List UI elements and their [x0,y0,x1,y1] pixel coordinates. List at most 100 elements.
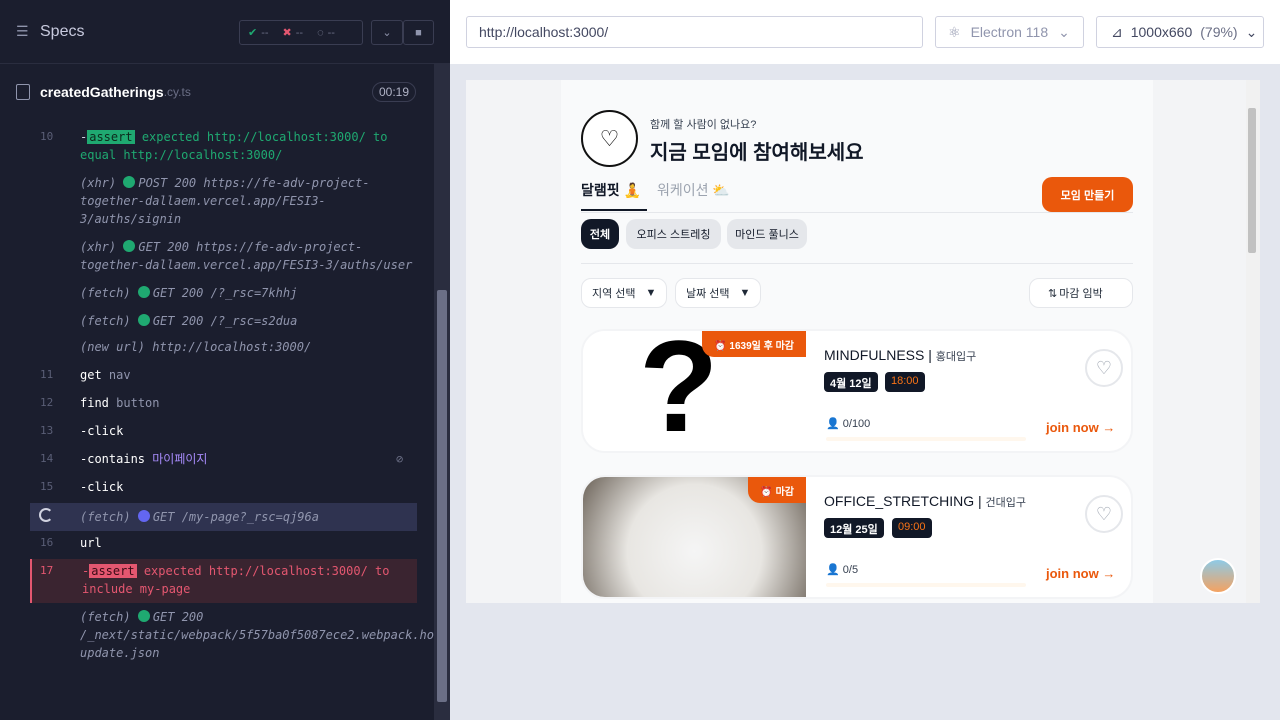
aut-header: http://localhost:3000/ ⚛ Electron 118 ⌄ ⊿ 1… [450,0,1280,64]
date-filter[interactable]: 날짜 선택 ▼ [675,278,761,308]
log-command: url [80,536,102,550]
status-dot-icon [123,176,136,188]
filter-label: 날짜 선택 [686,288,730,300]
log-kind: (xhr) [80,240,117,254]
chip-all[interactable]: 전체 [581,219,619,249]
chevron-down-icon: ⌄ [1058,23,1070,40]
log-kind: (fetch) [80,510,131,524]
deadline-text: 마감 [775,487,794,498]
sort-arrows-icon: ⇅ [1048,287,1058,300]
log-command: -contains [80,452,146,466]
log-text: GET /my-page?_rsc=qj96a [152,510,319,524]
join-now-link[interactable]: join now → [1046,420,1115,435]
specs-title[interactable]: Specs [40,23,84,41]
join-now-link[interactable]: join now → [1046,566,1115,581]
assert-badge: assert [89,564,137,578]
gathering-location: 건대입구 [985,497,1027,509]
log-content: (fetch) GET /my-page?_rsc=qj96a [80,508,415,526]
electron-icon: ⚛ [948,23,961,40]
failed-count: -- [295,26,304,39]
hero-subtitle: 함께 할 사람이 없나요? [650,119,757,131]
passed-icon: ✔ [248,27,258,39]
viewport-info[interactable]: ⊿ 1000x660 (79%) ⌄ [1096,16,1264,48]
log-content: (fetch) GET 200 /?_rsc=7khhj [80,284,415,302]
chip-mindfulness[interactable]: 마인드 풀니스 [727,219,807,249]
person-icon: 👤 [826,418,840,430]
assert-badge: assert [87,130,135,144]
gathering-title-row: MINDFULNESS | 홍대입구 [824,347,977,363]
command-log: 10 - assert expected http://localhost:300… [30,120,448,668]
deadline-badge: ⏰ 1639일 후 마감 [702,331,806,357]
log-command: get [80,368,102,382]
sort-button[interactable]: ⇅ 마감 임박 [1029,278,1133,308]
passed-count: -- [261,26,269,39]
stop-icon[interactable]: ■ [403,20,434,45]
chevron-down-icon: ⌄ [1245,23,1258,40]
tab-workation[interactable]: 워케이션 ⛅ [657,180,730,200]
arrow-right-icon: → [1102,566,1116,581]
join-label: join now [1046,566,1099,581]
failed-icon: ✖ [282,27,292,39]
gathering-card[interactable]: ⏰ 마감 OFFICE_STRETCHING | 건대입구 12월 25일 09… [581,475,1133,599]
gathering-card[interactable]: ? ⏰ 1639일 후 마감 MINDFULNESS | 홍대입구 4월 12일… [581,329,1133,453]
spec-file-ext: .cy.ts [163,85,191,99]
log-content: (xhr) POST 200 https://fe-adv-project-to… [80,174,415,228]
log-arg: nav [108,368,131,382]
app-scroll-thumb[interactable] [1248,108,1256,253]
heart-icon[interactable]: ♡ [1085,349,1123,387]
log-text: GET 200 /?_rsc=s2dua [152,314,298,328]
tab-underline [581,209,647,211]
log-scroll-thumb[interactable] [437,290,447,702]
participant-progress [826,583,1026,587]
log-arg: button [116,396,160,410]
tab-dallaemfit[interactable]: 달램핏 🧘 [581,180,641,200]
hero-title: 지금 모임에 참여해보세요 [650,142,864,164]
log-kind: (new url) [80,340,146,354]
caret-down-icon: ▼ [645,287,657,299]
gathering-title-row: OFFICE_STRETCHING | 건대입구 [824,493,1027,509]
region-filter[interactable]: 지역 선택 ▼ [581,278,667,308]
gathering-image: ? ⏰ 1639일 후 마감 [583,331,806,451]
create-gathering-button[interactable]: 모임 만들기 [1042,177,1133,212]
line-number: 15 [40,480,54,493]
person-icon: 👤 [826,564,840,576]
specs-header: ☰ Specs ✔ -- ✖ -- ◌ -- ⌄ ■ [0,0,450,64]
gathering-info: OFFICE_STRETCHING | 건대입구 12월 25일 09:00 ♡… [806,477,1131,597]
chevron-down-icon[interactable]: ⌄ [371,20,403,45]
filter-label: 지역 선택 [592,288,636,300]
log-content: -contains 마이페이지 [80,450,415,468]
spec-file-row: createdGatherings .cy.ts 00:19 [16,78,418,106]
heart-icon[interactable]: ♡ [1085,495,1123,533]
floating-island-button[interactable] [1200,558,1236,594]
line-number: 16 [40,536,54,549]
eye-slash-icon[interactable]: ⊘ [396,450,403,468]
url-bar[interactable]: http://localhost:3000/ [466,16,923,48]
test-runner-panel: ☰ Specs ✔ -- ✖ -- ◌ -- ⌄ ■ createdGathering… [0,0,450,720]
log-row-active[interactable]: (fetch) GET /my-page?_rsc=qj96a [30,503,417,531]
sort-label: 마감 임박 [1059,288,1103,300]
browser-select[interactable]: ⚛ Electron 118 ⌄ [935,16,1084,48]
meditation-icon: 🧘 [623,182,641,198]
line-number: 17 [40,564,54,577]
app-under-test: ♡ 함께 할 사람이 없나요? 지금 모임에 참여해보세요 달램핏 🧘 워케이션… [466,80,1260,603]
viewport-size: 1000x660 [1130,24,1193,40]
document-icon [16,84,30,100]
pending-count: -- [327,26,335,39]
line-number: 12 [40,396,54,409]
log-content: url [80,534,415,552]
log-content: (fetch) GET 200 /_next/static/webpack/5f… [80,608,448,662]
chip-office-stretching[interactable]: 오피스 스트레칭 [626,219,721,249]
log-kind: (fetch) [80,286,131,300]
status-dot-icon [123,240,136,252]
menu-icon[interactable]: ☰ [16,23,32,40]
deadline-text: 1639일 후 마감 [729,341,794,352]
alarm-icon: ⏰ [714,341,727,352]
log-text: GET 200 /?_rsc=7khhj [152,286,298,300]
log-text: http://localhost:3000/ [152,340,312,354]
vacation-icon: ⛅ [712,182,730,198]
log-row-failed[interactable]: 17 - assert expected http://localhost:300… [30,559,417,603]
gathering-image: ⏰ 마감 [583,477,806,597]
spec-duration: 00:19 [371,82,416,102]
caret-down-icon: ▼ [739,287,751,299]
log-kind: (fetch) [80,314,131,328]
